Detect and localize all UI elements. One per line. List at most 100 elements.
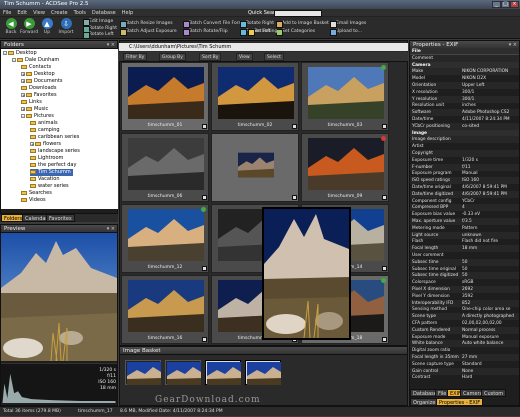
preview-header: Preview ▾ × xyxy=(1,225,117,233)
tree-node[interactable]: + Desktop xyxy=(21,71,55,78)
up-button[interactable]: ▲ Up xyxy=(38,18,56,38)
tree-node[interactable]: + Favorites xyxy=(21,92,57,99)
close-icon[interactable]: ▾ × xyxy=(107,225,115,233)
tab-favorites[interactable]: Favorites xyxy=(46,214,75,222)
tree-node[interactable]: caribbean series xyxy=(30,134,79,141)
tree-node-label: flowers xyxy=(43,141,62,147)
view-button[interactable]: View xyxy=(236,53,253,61)
select-button[interactable]: Select xyxy=(264,53,284,61)
batch-resize-button[interactable]: Batch Resize Images xyxy=(120,20,173,28)
filter-by-button[interactable]: Filter By xyxy=(123,53,148,61)
thumbnail[interactable]: timschumm_09 xyxy=(301,133,389,202)
menu-create[interactable]: Create xyxy=(48,9,71,17)
thumbnail[interactable]: timschumm_01 xyxy=(121,62,209,131)
tree-node[interactable]: + Documents xyxy=(21,78,63,85)
set-rating-button[interactable]: Set Rating xyxy=(248,28,277,36)
thumbnail-image xyxy=(238,152,274,178)
tree-node[interactable]: Videos xyxy=(21,197,46,204)
tree-node[interactable]: Searches xyxy=(21,190,52,197)
select-checkbox[interactable] xyxy=(202,337,207,342)
rotate-left-small[interactable]: Rotate Left xyxy=(83,31,114,39)
expand-toggle-icon[interactable]: - xyxy=(3,50,7,55)
batch-exposure-button[interactable]: Batch Adjust Exposure xyxy=(120,28,177,36)
tree-node[interactable]: + Music xyxy=(21,106,48,113)
tree-node[interactable]: Lightroom xyxy=(30,155,63,162)
tab-properties-exif[interactable]: Properties - EXIF xyxy=(436,398,484,406)
select-checkbox[interactable] xyxy=(382,337,387,342)
tree-node[interactable]: Links xyxy=(21,99,42,106)
rotate-right-button[interactable]: Rotate Right xyxy=(240,20,274,28)
expand-toggle-icon[interactable]: + xyxy=(21,106,25,111)
tree-node[interactable]: landscape series xyxy=(30,148,80,155)
expand-toggle-icon[interactable]: + xyxy=(21,71,25,76)
quick-search-input[interactable] xyxy=(274,10,322,17)
close-button[interactable]: × xyxy=(510,1,519,8)
tree-node[interactable]: Tim Schumm xyxy=(30,169,73,176)
thumbnail[interactable]: timschumm_16 xyxy=(121,275,209,344)
menu-tools[interactable]: Tools xyxy=(71,9,89,17)
tree-node[interactable]: - Pictures xyxy=(21,113,54,120)
add-to-basket-button[interactable]: Add to Image Basket xyxy=(276,20,329,28)
thumbnail[interactable]: timschumm_06 xyxy=(121,133,209,202)
menu-file[interactable]: File xyxy=(0,9,14,17)
batch-convert-button[interactable]: Batch Convert File Format xyxy=(183,20,247,28)
expand-toggle-icon[interactable]: + xyxy=(21,92,25,97)
sort-by-button[interactable]: Sort By xyxy=(199,53,222,61)
select-checkbox[interactable] xyxy=(202,266,207,271)
basket-image[interactable] xyxy=(245,360,281,385)
path-bar[interactable]: C:\Users\ddunham\Pictures\Tim Schumm xyxy=(119,43,408,51)
thumbnail[interactable]: timschumm_03 xyxy=(301,62,389,131)
status-dot-icon xyxy=(381,278,386,283)
basket-image[interactable] xyxy=(205,360,241,385)
forward-button[interactable]: ▶ Forward xyxy=(20,18,38,38)
filter-bar: Filter By Group By Sort By View Select xyxy=(119,52,408,62)
tree-node[interactable]: Vacation xyxy=(30,176,60,183)
edit-image-button[interactable]: Edit Image xyxy=(83,18,113,26)
tree-node[interactable]: the perfect day xyxy=(30,162,76,169)
import-button[interactable]: ⇩ Import xyxy=(57,18,75,38)
tab-custom[interactable]: Custom xyxy=(481,389,507,397)
select-checkbox[interactable] xyxy=(202,195,207,200)
thumbnail[interactable]: timschumm_02 xyxy=(211,62,299,131)
menu-edit[interactable]: Edit xyxy=(14,9,30,17)
minimize-button[interactable]: _ xyxy=(492,1,501,8)
basket-image[interactable] xyxy=(165,360,201,385)
back-button[interactable]: ◀ Back xyxy=(2,18,20,38)
tree-node[interactable]: - Desktop xyxy=(3,50,37,57)
select-checkbox[interactable] xyxy=(382,195,387,200)
tree-node[interactable]: animals xyxy=(30,120,58,127)
select-checkbox[interactable] xyxy=(292,195,297,200)
email-images-button[interactable]: Email Images xyxy=(330,20,366,28)
tree-node[interactable]: Downloads xyxy=(21,85,56,92)
tree-node[interactable]: + flowers xyxy=(30,141,61,148)
folder-icon xyxy=(21,85,27,90)
group-by-button[interactable]: Group By xyxy=(159,53,186,61)
select-checkbox[interactable] xyxy=(202,124,207,129)
tree-node[interactable]: - Dale Dunham xyxy=(12,57,59,64)
select-checkbox[interactable] xyxy=(292,124,297,129)
upload-button[interactable]: Upload to... xyxy=(330,28,362,36)
tree-node-label: Downloads xyxy=(29,85,57,91)
tree-node[interactable]: water series xyxy=(30,183,69,190)
batch-rotate-button[interactable]: Batch Rotate/Flip xyxy=(183,28,228,36)
expand-toggle-icon[interactable]: + xyxy=(30,141,34,146)
menu-help[interactable]: Help xyxy=(119,9,136,17)
folder-tree[interactable]: - Desktop - Dale Dunham Contacts + Desktop + Doc… xyxy=(1,49,118,209)
thumbnail-image xyxy=(218,67,294,119)
menu-database[interactable]: Database xyxy=(89,9,119,17)
menu-view[interactable]: View xyxy=(30,9,48,17)
close-icon[interactable]: ▾ × xyxy=(107,41,115,49)
basket-thumbnail xyxy=(167,362,201,385)
select-checkbox[interactable] xyxy=(382,124,387,129)
maximize-button[interactable]: □ xyxy=(501,1,510,8)
expand-toggle-icon[interactable]: - xyxy=(21,113,25,118)
select-checkbox[interactable] xyxy=(382,266,387,271)
set-categories-button[interactable]: Set Categories xyxy=(276,28,315,36)
tree-node[interactable]: Contacts xyxy=(21,64,51,71)
thumbnail[interactable] xyxy=(211,133,299,202)
expand-toggle-icon[interactable]: - xyxy=(12,57,16,62)
basket-image[interactable] xyxy=(125,360,161,385)
expand-toggle-icon[interactable]: + xyxy=(21,78,25,83)
tree-node[interactable]: camping xyxy=(30,127,60,134)
thumbnail[interactable]: timschumm_12 xyxy=(121,204,209,273)
